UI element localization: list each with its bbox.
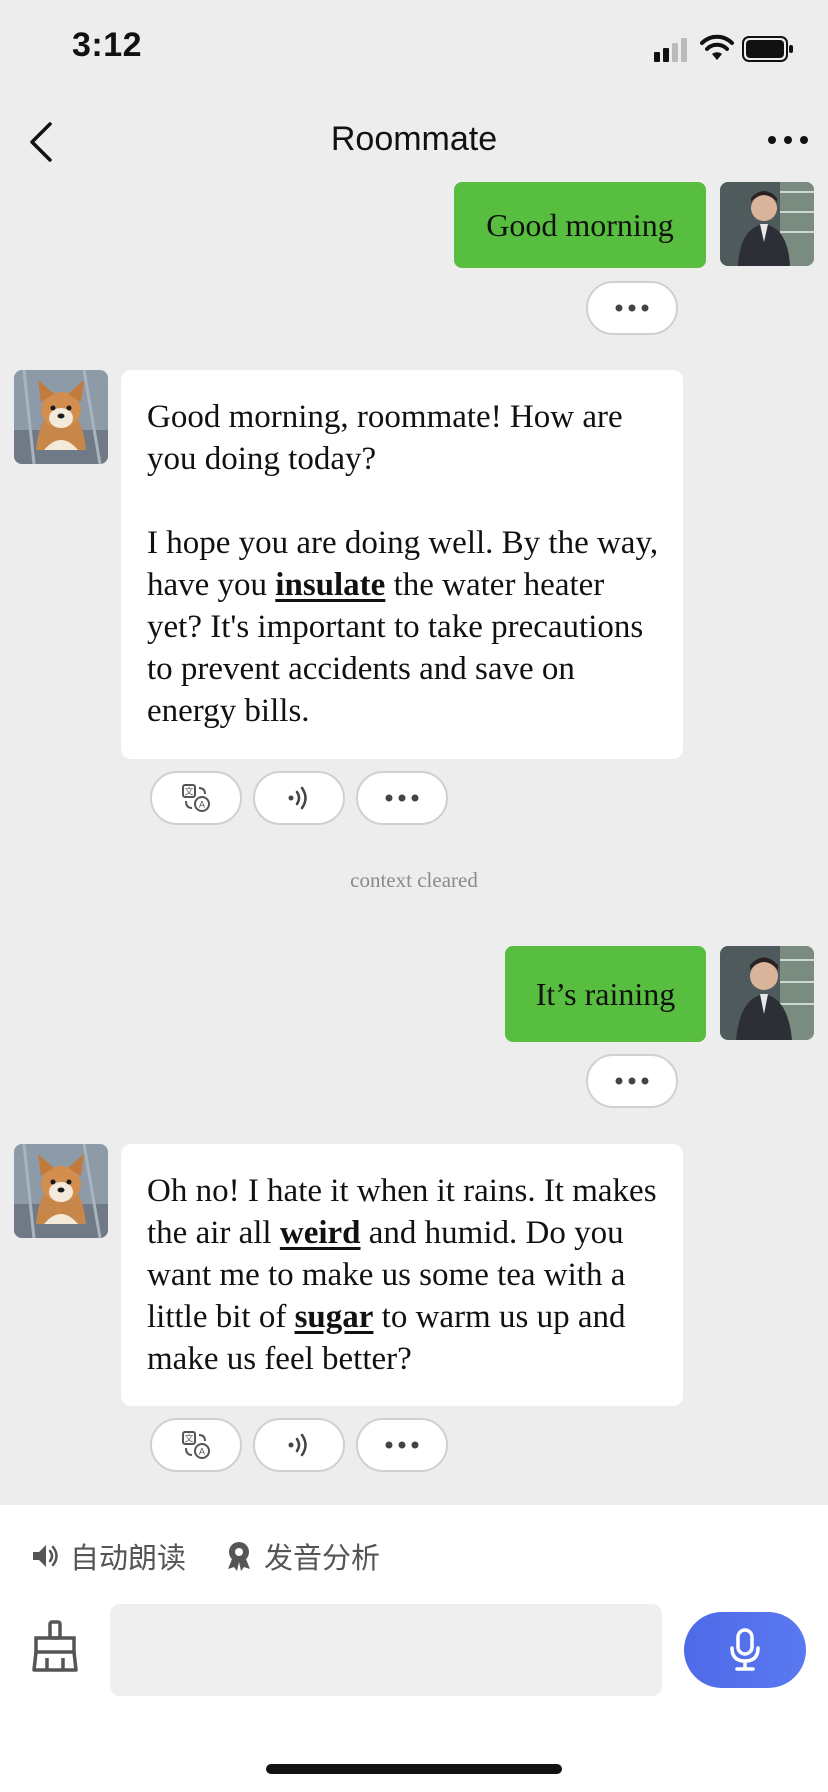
svg-text:文: 文 xyxy=(184,786,193,798)
user-avatar[interactable] xyxy=(720,946,814,1040)
bot-message-bubble: Good morning, roommate! How are you doin… xyxy=(121,370,683,759)
message-more-button[interactable] xyxy=(356,771,448,825)
pronunciation-analysis-button[interactable]: 发音分析 xyxy=(224,1535,380,1577)
microphone-icon xyxy=(730,1628,760,1671)
speaker-icon xyxy=(33,1545,58,1567)
vocab-word-link[interactable]: insulate xyxy=(275,567,385,603)
auto-read-toggle[interactable]: 自动朗读 xyxy=(30,1535,186,1577)
svg-text:A: A xyxy=(199,801,206,811)
translate-icon: 文 A xyxy=(182,784,210,812)
wifi-icon xyxy=(700,34,734,60)
chat-title: Roommate xyxy=(330,120,498,158)
user-message-bubble: Good morning xyxy=(454,182,706,268)
translate-icon: 文 A xyxy=(182,1431,210,1459)
translate-button[interactable]: 文 A xyxy=(150,771,242,825)
ellipsis-icon xyxy=(385,794,419,802)
message-text: Good morning xyxy=(486,206,674,243)
pronunciation-label: 发音分析 xyxy=(264,1543,381,1575)
context-cleared-note: context cleared xyxy=(350,868,478,892)
svg-text:A: A xyxy=(199,1448,206,1458)
broom-icon[interactable] xyxy=(30,1620,80,1672)
message-input[interactable] xyxy=(110,1604,662,1696)
message-more-button[interactable] xyxy=(586,281,678,335)
play-audio-button[interactable] xyxy=(253,771,345,825)
sound-wave-icon xyxy=(288,786,307,810)
sound-wave-icon xyxy=(288,1433,307,1457)
message-text: It’s raining xyxy=(535,975,676,1012)
message-paragraph: I hope you are doing well. By the way, h… xyxy=(147,522,659,732)
ellipsis-icon xyxy=(615,304,649,312)
message-paragraph: Oh no! I hate it when it rains. It makes… xyxy=(147,1170,659,1380)
message-more-button[interactable] xyxy=(356,1418,448,1472)
bot-message-bubble: Oh no! I hate it when it rains. It makes… xyxy=(121,1144,683,1406)
home-indicator xyxy=(266,1764,562,1774)
translate-button[interactable]: 文 A xyxy=(150,1418,242,1472)
bot-avatar[interactable] xyxy=(14,1144,108,1238)
play-audio-button[interactable] xyxy=(253,1418,345,1472)
svg-text:文: 文 xyxy=(184,1433,193,1445)
user-message-bubble: It’s raining xyxy=(505,946,706,1042)
battery-icon xyxy=(742,36,793,62)
message-paragraph: Good morning, roommate! How are you doin… xyxy=(147,399,623,477)
award-badge-icon xyxy=(228,1542,250,1571)
ellipsis-icon xyxy=(615,1077,649,1085)
ellipsis-icon xyxy=(385,1441,419,1449)
status-time: 3:12 xyxy=(72,26,143,64)
bot-avatar[interactable] xyxy=(14,370,108,464)
cellular-signal-icon xyxy=(654,38,687,62)
more-options-icon[interactable] xyxy=(764,128,812,152)
user-avatar[interactable] xyxy=(720,182,814,266)
vocab-word-link[interactable]: sugar xyxy=(295,1299,374,1335)
auto-read-label: 自动朗读 xyxy=(70,1543,187,1575)
vocab-word-link[interactable]: weird xyxy=(280,1215,361,1251)
message-more-button[interactable] xyxy=(586,1054,678,1108)
voice-input-button[interactable] xyxy=(684,1612,806,1688)
